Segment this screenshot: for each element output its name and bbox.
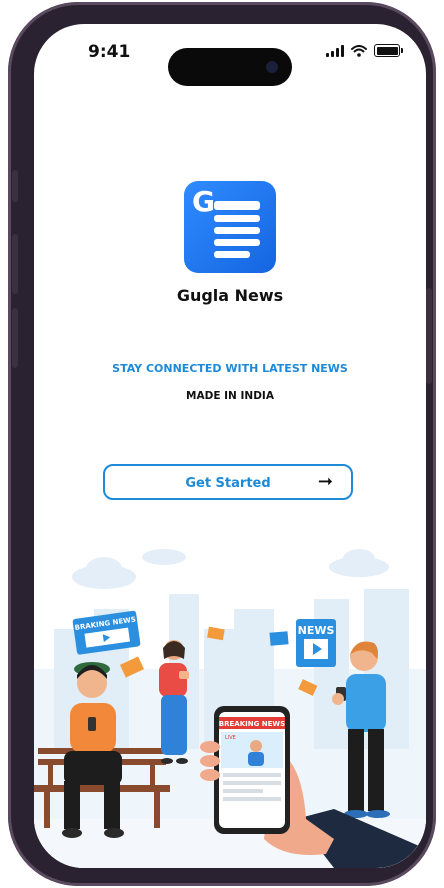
power-button [426, 288, 432, 384]
live-text: LIVE [225, 735, 236, 741]
volume-down-button [12, 308, 18, 368]
get-started-button[interactable]: Get Started ➞ [103, 464, 353, 500]
phone-frame: 9:41 G Gugla News STAY CONNECTED WITH LA… [8, 2, 436, 886]
silent-switch [12, 170, 18, 202]
status-icons [326, 44, 403, 57]
app-name: Gugla News [176, 286, 284, 305]
signal-icon [326, 44, 344, 57]
dynamic-island [168, 48, 292, 86]
news-sign: NEWS [296, 619, 336, 667]
arrow-right-icon: ➞ [317, 471, 333, 492]
news-readers-illustration: BRAKING NEWS NEWS BREAKING NEWS LIVE [34, 519, 426, 868]
screen: 9:41 G Gugla News STAY CONNECTED WITH LA… [34, 24, 426, 868]
tagline: STAY CONNECTED WITH LATEST NEWS [112, 362, 348, 375]
news-lines-icon [214, 201, 260, 263]
made-in-label: MADE IN INDIA [186, 390, 274, 402]
volume-up-button [12, 234, 18, 294]
app-logo: G [184, 181, 276, 273]
logo-letter: G [192, 185, 215, 218]
battery-icon [374, 44, 403, 57]
phone-breaking-text: BREAKING NEWS [219, 720, 285, 728]
status-bar: 9:41 [34, 42, 426, 86]
camera-icon [266, 61, 278, 73]
get-started-label: Get Started [185, 476, 271, 491]
wifi-icon [351, 44, 367, 57]
news-sign-text: NEWS [298, 624, 335, 637]
status-time: 9:41 [88, 42, 131, 62]
